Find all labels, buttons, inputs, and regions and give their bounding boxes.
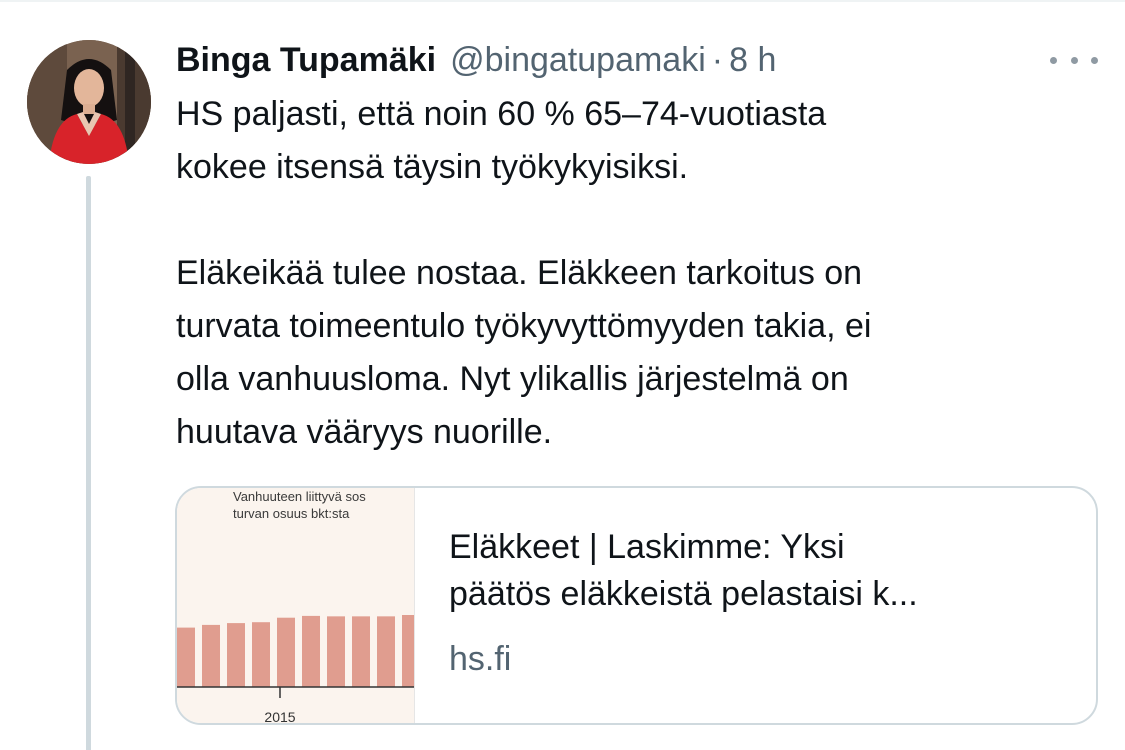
link-preview-card[interactable]: Vanhuuteen liittyvä sos turvan osuus bkt…	[175, 486, 1098, 725]
tweet-text: HS paljasti, että noin 60 % 65–74-vuotia…	[176, 88, 1096, 459]
thumb-bar	[377, 616, 395, 687]
more-dot	[1091, 56, 1098, 64]
author-name[interactable]: Binga Tupamäki	[176, 41, 436, 80]
thumb-bar	[202, 624, 220, 687]
thumb-caption-line: Vanhuuteen liittyvä sos	[233, 489, 366, 504]
timestamp[interactable]: 8 h	[729, 41, 776, 80]
more-dot	[1050, 56, 1057, 64]
avatar-image	[27, 40, 151, 164]
tweet-line: olla vanhuusloma. Nyt ylikallis järjeste…	[176, 360, 849, 398]
thumb-bar	[402, 615, 414, 687]
thumb-bar	[327, 616, 345, 687]
thumbnail-chart: Vanhuuteen liittyvä sos turvan osuus bkt…	[177, 489, 414, 723]
card-title-line: Eläkkeet | Laskimme: Yksi	[449, 528, 845, 566]
tweet-line: Eläkeikää tulee nostaa. Eläkkeen tarkoit…	[176, 254, 863, 292]
tweet-line: huutava vääryys nuorille.	[176, 413, 553, 451]
more-options-icon[interactable]	[1050, 46, 1098, 74]
thread-line	[86, 176, 91, 750]
thumb-axis-label: 2015	[264, 709, 295, 723]
thumb-bar	[277, 617, 295, 687]
card-domain[interactable]: hs.fi	[449, 640, 511, 679]
separator-dot: ·	[711, 40, 724, 79]
top-divider	[0, 0, 1125, 2]
thumb-caption-line: turvan osuus bkt:sta	[233, 506, 350, 521]
thumb-bar	[302, 615, 320, 687]
card-title[interactable]: Eläkkeet | Laskimme: Yksi päätös eläkkei…	[449, 524, 1069, 618]
tweet-header: Binga Tupamäki @bingatupamaki · 8 h	[176, 38, 1056, 82]
thumb-bar	[227, 623, 245, 687]
thumb-bars	[177, 615, 414, 687]
card-title-line: päätös eläkkeistä pelastaisi k...	[449, 575, 918, 613]
card-thumbnail: Vanhuuteen liittyvä sos turvan osuus bkt…	[177, 488, 415, 723]
tweet-line: kokee itsensä täysin työkykyisiksi.	[176, 148, 689, 186]
thumb-bar	[177, 627, 195, 687]
tweet-line: HS paljasti, että noin 60 % 65–74-vuotia…	[176, 95, 827, 133]
tweet-line: turvata toimeentulo työkyvyttömyyden tak…	[176, 307, 872, 345]
author-avatar[interactable]	[27, 40, 151, 164]
thumb-bar	[352, 616, 370, 687]
thumb-bar	[252, 622, 270, 687]
more-dot	[1070, 56, 1078, 64]
author-handle[interactable]: @bingatupamaki	[450, 41, 706, 80]
